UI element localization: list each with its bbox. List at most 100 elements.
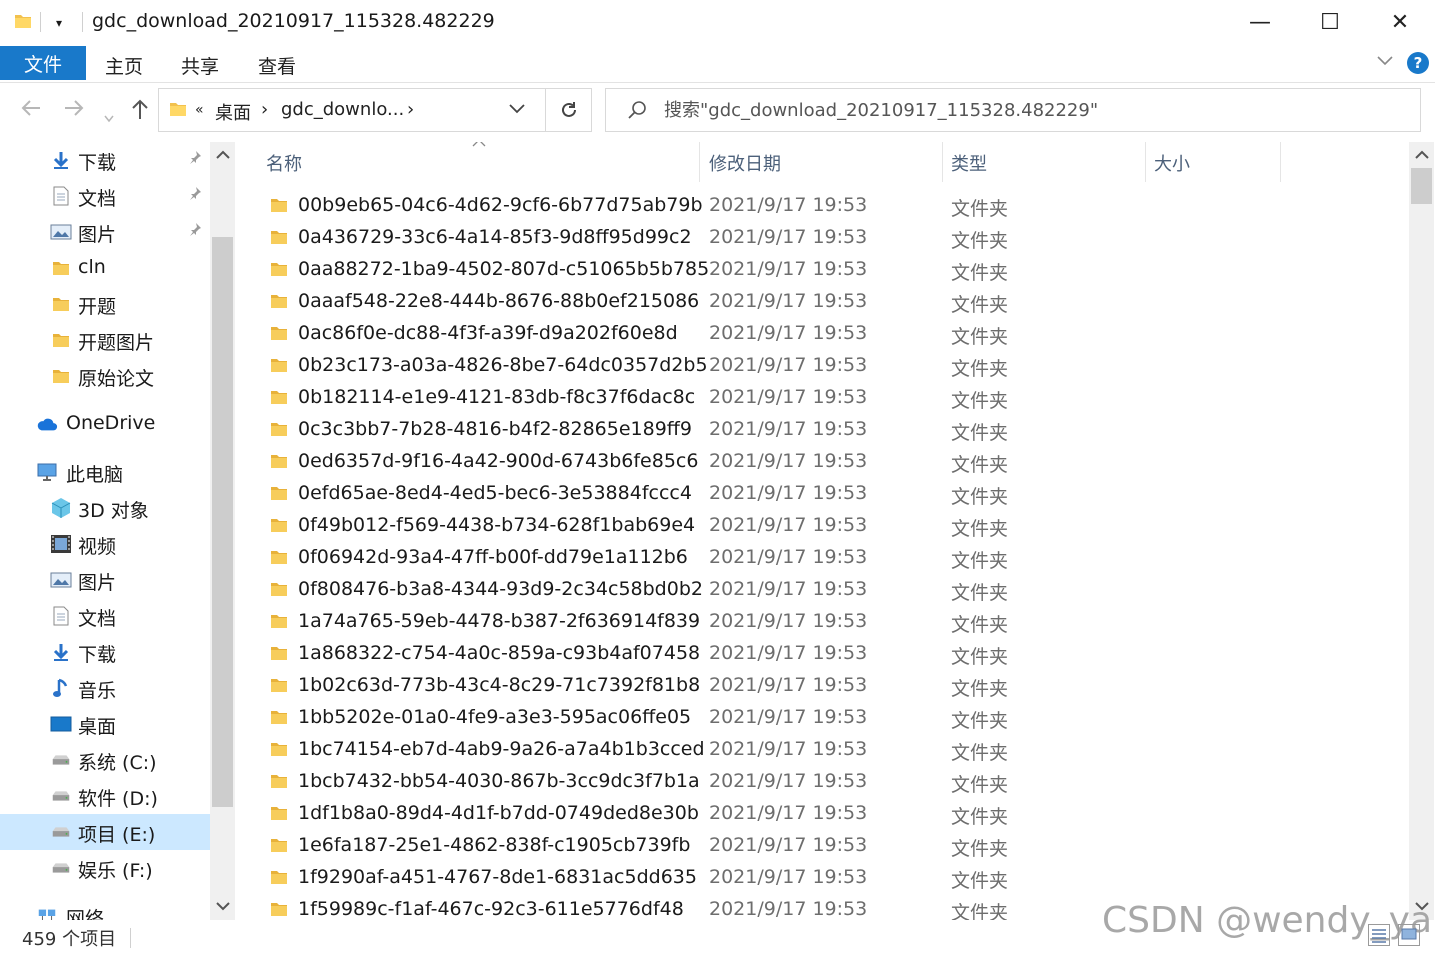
search-input[interactable]	[664, 97, 1404, 123]
sidebar-item[interactable]: cln	[0, 250, 210, 286]
quick-access-dropdown-icon[interactable]: ▾	[56, 16, 62, 30]
breadcrumb-separator[interactable]: ›	[407, 99, 414, 120]
table-row[interactable]: 0f06942d-93a4-47ff-b00f-dd79e1a112b6 2021…	[240, 542, 1408, 574]
desktop-icon	[50, 713, 72, 735]
table-row[interactable]: 1df1b8a0-89d4-4d1f-b7dd-0749ded8e30b 2021…	[240, 798, 1408, 830]
sidebar-item-label: 此电脑	[66, 464, 124, 486]
column-header-size[interactable]: 大小	[1154, 150, 1190, 176]
file-type: 文件夹	[951, 294, 1009, 316]
back-arrow-icon[interactable]	[20, 98, 42, 123]
table-row[interactable]: 0a436729-33c6-4a14-85f3-9d8ff95d99c2 2021…	[240, 222, 1408, 254]
sidebar-item[interactable]: 项目 (E:)	[0, 814, 210, 850]
table-row[interactable]: 1f9290af-a451-4767-8de1-6831ac5dd635 2021…	[240, 862, 1408, 894]
sidebar-item[interactable]: 文档	[0, 598, 210, 634]
table-row[interactable]: 1e6fa187-25e1-4862-838f-c1905cb739fb 2021…	[240, 830, 1408, 862]
address-bar[interactable]: « 桌面 › gdc_downlo... ›	[158, 88, 592, 132]
minimize-button[interactable]: —	[1225, 0, 1295, 44]
up-arrow-icon[interactable]	[130, 98, 150, 125]
ribbon-expand-chevron-icon[interactable]	[1377, 54, 1393, 70]
sidebar-item[interactable]: 此电脑	[0, 454, 210, 490]
table-row[interactable]: 1bb5202e-01a0-4fe9-a3e3-595ac06ffe05 2021…	[240, 702, 1408, 734]
scroll-up-arrow-icon[interactable]	[1409, 148, 1434, 162]
sidebar-item[interactable]: 下载	[0, 142, 210, 178]
sidebar-item-label: 图片	[78, 572, 117, 594]
table-row[interactable]: 1bc74154-eb7d-4ab9-9a26-a7a4b1b3cced 2021…	[240, 734, 1408, 766]
sidebar-item[interactable]: 视频	[0, 526, 210, 562]
recent-locations-chevron-icon[interactable]	[104, 104, 114, 128]
breadcrumb-desktop[interactable]: 桌面	[215, 99, 251, 125]
table-row[interactable]: 0f808476-b3a8-4344-93d9-2c34c58bd0b2 2021…	[240, 574, 1408, 606]
table-row[interactable]: 1b02c63d-773b-43c4-8c29-71c7392f81b8 2021…	[240, 670, 1408, 702]
sidebar-item[interactable]: 系统 (C:)	[0, 742, 210, 778]
column-header-name[interactable]: 名称	[266, 150, 302, 176]
refresh-button[interactable]	[545, 89, 592, 131]
file-list-scroll-thumb[interactable]	[1411, 168, 1432, 204]
scroll-up-arrow-icon[interactable]	[210, 148, 235, 162]
sidebar-item-label: 文档	[78, 188, 117, 210]
pin-icon[interactable]	[188, 186, 202, 204]
table-row[interactable]: 0aaaf548-22e8-444b-8676-88b0ef215086 2021…	[240, 286, 1408, 318]
table-row[interactable]: 0f49b012-f569-4438-b734-628f1bab69e4 2021…	[240, 510, 1408, 542]
table-row[interactable]: 0b23c173-a03a-4826-8be7-64dc0357d2b5 2021…	[240, 350, 1408, 382]
sidebar-item[interactable]: 网络	[0, 898, 210, 920]
close-button[interactable]: ✕	[1365, 0, 1435, 44]
sidebar-item[interactable]: 软件 (D:)	[0, 778, 210, 814]
sidebar-item[interactable]: 3D 对象	[0, 490, 210, 526]
column-header-type[interactable]: 类型	[951, 150, 987, 176]
tab-share[interactable]: 共享	[181, 52, 219, 79]
table-row[interactable]: 00b9eb65-04c6-4d62-9cf6-6b77d75ab79b 2021…	[240, 190, 1408, 222]
details-view-icon[interactable]	[1368, 924, 1390, 946]
table-row[interactable]: 0aa88272-1ba9-4502-807d-c51065b5b785 2021…	[240, 254, 1408, 286]
breadcrumb-separator[interactable]: ›	[261, 99, 268, 120]
address-overflow[interactable]: «	[195, 102, 204, 118]
folder-icon	[270, 452, 288, 474]
table-row[interactable]: 0efd65ae-8ed4-4ed5-bec6-3e53884fccc4 2021…	[240, 478, 1408, 510]
address-dropdown-chevron-icon[interactable]	[509, 103, 525, 118]
table-row[interactable]: 0b182114-e1e9-4121-83db-f8c37f6dac8c 2021…	[240, 382, 1408, 414]
column-divider[interactable]	[942, 142, 943, 182]
forward-arrow-icon[interactable]	[63, 98, 85, 123]
help-icon[interactable]: ?	[1407, 52, 1429, 74]
download-arrow-icon	[50, 641, 72, 663]
search-box[interactable]	[605, 88, 1421, 132]
sidebar-item[interactable]: 音乐	[0, 670, 210, 706]
table-row[interactable]: 0c3c3bb7-7b28-4816-b4f2-82865e189ff9 2021…	[240, 414, 1408, 446]
sidebar-item[interactable]: 桌面	[0, 706, 210, 742]
sidebar-item[interactable]: 文档	[0, 178, 210, 214]
tab-view[interactable]: 查看	[258, 52, 296, 79]
table-row[interactable]: 1a74a765-59eb-4478-b387-2f636914f839 2021…	[240, 606, 1408, 638]
table-row[interactable]: 0ac86f0e-dc88-4f3f-a39f-d9a202f60e8d 2021…	[240, 318, 1408, 350]
column-divider[interactable]	[699, 142, 700, 182]
tab-home[interactable]: 主页	[105, 52, 143, 79]
nav-scroll-thumb[interactable]	[212, 237, 233, 807]
sidebar-item[interactable]: 开题图片	[0, 322, 210, 358]
pin-icon[interactable]	[188, 222, 202, 240]
file-name: 1df1b8a0-89d4-4d1f-b7dd-0749ded8e30b	[298, 802, 699, 824]
file-date: 2021/9/17 19:53	[709, 546, 868, 568]
file-list-scrollbar[interactable]	[1409, 142, 1434, 920]
sidebar-item[interactable]: 原始论文	[0, 358, 210, 394]
sidebar-item[interactable]: 娱乐 (F:)	[0, 850, 210, 886]
breadcrumb-current-folder[interactable]: gdc_downlo...	[281, 99, 404, 120]
file-date: 2021/9/17 19:53	[709, 226, 868, 248]
folder-icon	[270, 612, 288, 634]
sidebar-item[interactable]: OneDrive	[0, 406, 210, 442]
nav-pane-scrollbar[interactable]	[210, 142, 235, 920]
pin-icon[interactable]	[188, 150, 202, 168]
tab-file[interactable]: 文件	[0, 46, 86, 80]
column-divider[interactable]	[1145, 142, 1146, 182]
column-header-date[interactable]: 修改日期	[709, 150, 781, 176]
sidebar-item[interactable]: 图片	[0, 214, 210, 250]
column-divider[interactable]	[1280, 142, 1281, 182]
sidebar-item[interactable]: 图片	[0, 562, 210, 598]
ribbon-tabs: 文件 主页 共享 查看	[0, 44, 1435, 83]
sidebar-item[interactable]: 开题	[0, 286, 210, 322]
table-row[interactable]: 0ed6357d-9f16-4a42-900d-6743b6fe85c6 2021…	[240, 446, 1408, 478]
table-row[interactable]: 1a868322-c754-4a0c-859a-c93b4af07458 2021…	[240, 638, 1408, 670]
large-icons-view-icon[interactable]	[1398, 924, 1420, 946]
table-row[interactable]: 1bcb7432-bb54-4030-867b-3cc9dc3f7b1a 2021…	[240, 766, 1408, 798]
file-name: 1bcb7432-bb54-4030-867b-3cc9dc3f7b1a	[298, 770, 700, 792]
sidebar-item[interactable]: 下载	[0, 634, 210, 670]
scroll-down-arrow-icon[interactable]	[210, 900, 235, 914]
maximize-button[interactable]: ☐	[1295, 0, 1365, 44]
